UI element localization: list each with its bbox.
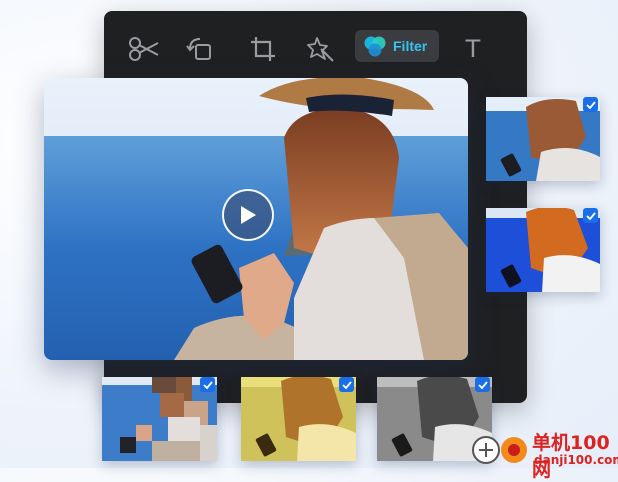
filter-thumbnail-warm-yellow[interactable] — [241, 377, 356, 461]
checkmark-icon — [477, 380, 488, 389]
thumbnail-checkbox[interactable] — [583, 97, 598, 112]
filter-tool-label: Filter — [393, 38, 428, 54]
filter-icon — [364, 36, 386, 57]
thumbnail-checkbox[interactable] — [339, 377, 354, 392]
effect-tool-button[interactable] — [301, 33, 341, 65]
watermark-domain: danji100.com — [534, 453, 618, 467]
thumbnail-checkbox[interactable] — [200, 377, 215, 392]
checkmark-icon — [202, 380, 213, 389]
filter-thumbnail-original[interactable] — [486, 97, 600, 181]
thumbnail-checkbox[interactable] — [475, 377, 490, 392]
text-tool-button[interactable]: T — [453, 33, 493, 65]
cut-tool-button[interactable] — [124, 33, 164, 65]
play-icon — [241, 206, 256, 224]
toolbar: Filter T — [104, 11, 527, 81]
checkmark-icon — [585, 211, 596, 220]
rotate-icon — [186, 38, 211, 60]
rotate-tool-button[interactable] — [180, 33, 220, 65]
watermark-logo-icon — [472, 436, 527, 464]
filter-tool-button[interactable]: Filter — [355, 30, 439, 62]
play-button[interactable] — [222, 189, 274, 241]
video-preview[interactable] — [44, 78, 468, 360]
text-icon: T — [465, 35, 481, 63]
filter-thumbnail-pixelate[interactable] — [102, 377, 217, 461]
filter-thumbnail-vivid[interactable] — [486, 208, 600, 292]
magic-wand-icon — [307, 37, 334, 62]
crop-tool-button[interactable] — [243, 33, 283, 65]
checkmark-icon — [585, 100, 596, 109]
checkmark-icon — [341, 380, 352, 389]
thumbnail-checkbox[interactable] — [583, 208, 598, 223]
scissors-icon — [129, 37, 159, 61]
crop-icon — [251, 37, 275, 61]
watermark: 单机100网 danji100.com — [470, 428, 618, 481]
